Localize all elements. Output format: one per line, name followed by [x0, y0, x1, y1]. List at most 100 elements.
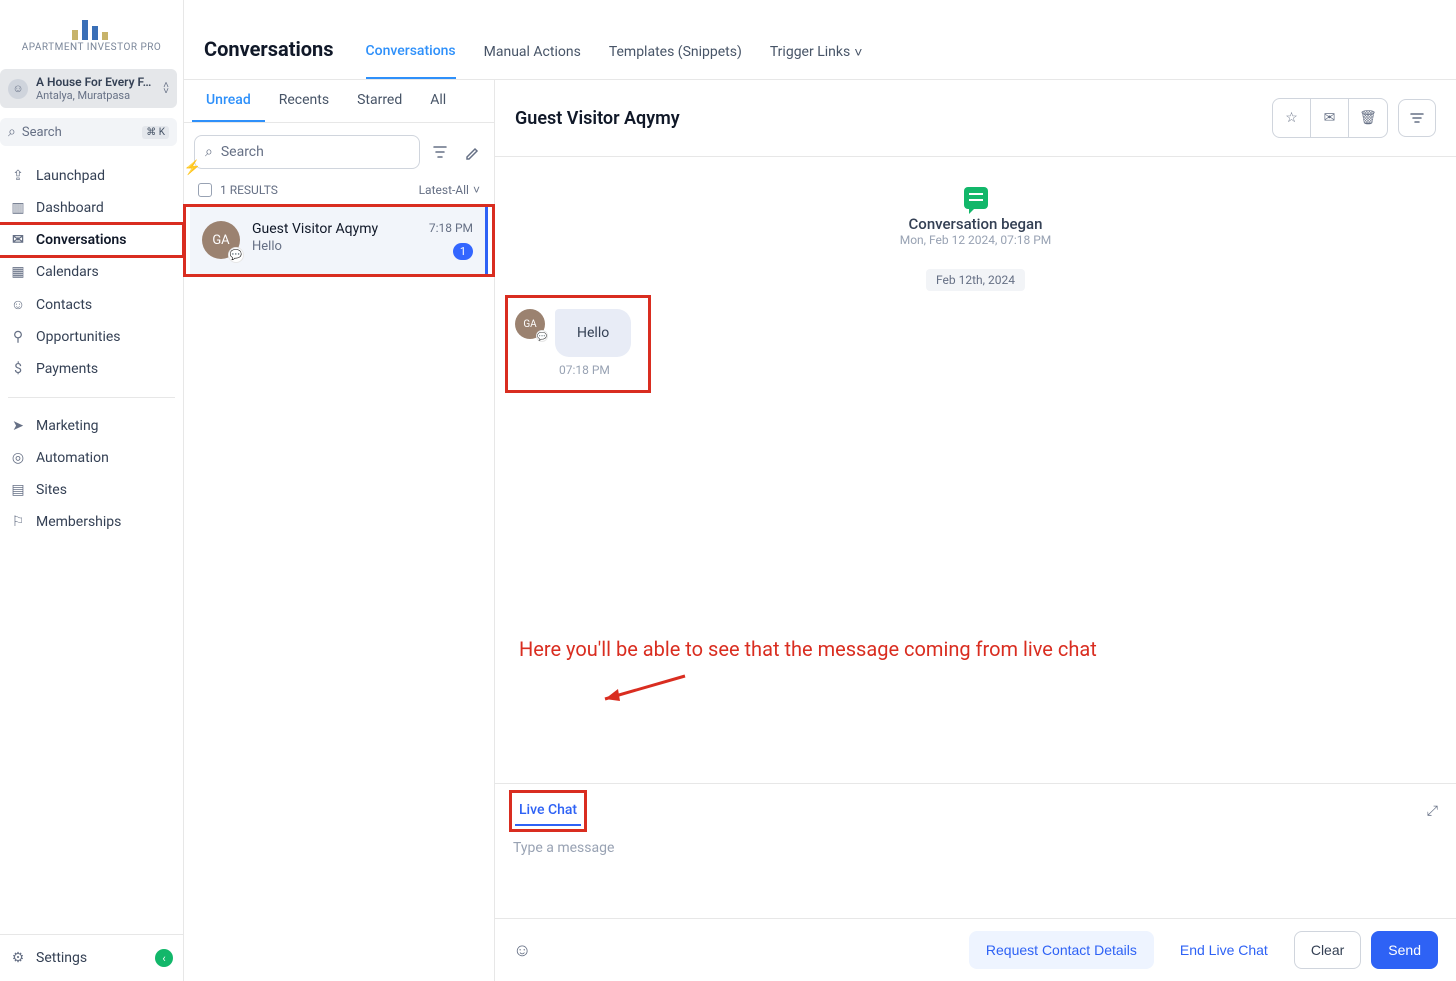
sidebar-item-contacts[interactable]: ☺ Contacts	[0, 288, 183, 321]
message-input[interactable]: Type a message	[495, 828, 1456, 918]
bolt-icon[interactable]: ⚡	[184, 160, 201, 176]
request-contact-button[interactable]: Request Contact Details	[969, 931, 1154, 969]
sidebar-item-launchpad[interactable]: ⇪ Launchpad	[0, 160, 183, 192]
sort-dropdown[interactable]: Latest-All ˅	[419, 183, 480, 197]
sidebar-item-sites[interactable]: ▤ Sites	[0, 474, 183, 506]
sidebar: APARTMENT INVESTOR PRO ☺ A House For Eve…	[0, 0, 184, 981]
chevron-down-icon: ˅	[854, 44, 862, 61]
date-separator: Feb 12th, 2024	[926, 269, 1025, 291]
tab-templates-snippets-[interactable]: Templates (Snippets)	[609, 43, 742, 79]
nav-label: Conversations	[36, 232, 126, 248]
compose-icon[interactable]	[460, 140, 484, 164]
nav-label: Sites	[36, 482, 67, 498]
collapse-composer-icon[interactable]: ⤢	[1427, 803, 1438, 819]
message-bubble: Hello	[555, 309, 631, 357]
star-button[interactable]: ☆	[1273, 99, 1311, 137]
chevron-down-icon: ˅	[473, 183, 480, 197]
conversation-time: 7:18 PM	[429, 221, 473, 235]
clear-button[interactable]: Clear	[1294, 931, 1361, 969]
sidebar-item-opportunities[interactable]: ⚲ Opportunities	[0, 321, 183, 353]
account-switcher[interactable]: ☺ A House For Every F… Antalya, Muratpas…	[0, 69, 177, 108]
marketing-icon: ➤	[10, 418, 26, 434]
annotation-text: Here you'll be able to see that the mess…	[519, 637, 1219, 661]
chevron-updown-icon: ˄˅	[163, 83, 169, 95]
conversation-snippet: Hello	[252, 239, 417, 254]
send-button[interactable]: Send	[1371, 931, 1438, 969]
sites-icon: ▤	[10, 482, 26, 498]
conversation-list-panel: UnreadRecentsStarredAll ⌕ Search 1 RESUL…	[184, 80, 495, 981]
contacts-icon: ☺	[10, 296, 26, 313]
sidebar-item-conversations[interactable]: ✉Conversations	[0, 224, 183, 256]
calendars-icon: ▦	[10, 264, 26, 280]
filter-icon[interactable]	[428, 140, 452, 164]
account-avatar-icon: ☺	[8, 79, 28, 99]
conversation-list-item[interactable]: GA 💬 Guest Visitor Aqymy Hello 7:18 PM 1	[190, 207, 488, 274]
topbar: Conversations Conversations Manual Action…	[184, 0, 1456, 80]
sidebar-item-calendars[interactable]: ▦ Calendars	[0, 256, 183, 288]
nav-label: Automation	[36, 450, 109, 466]
automation-icon: ◎	[10, 450, 26, 466]
nav-label: Dashboard	[36, 200, 104, 216]
nav-label: Contacts	[36, 297, 92, 313]
settings-label: Settings	[36, 950, 87, 966]
payments-icon: $	[10, 361, 26, 377]
tab-manual-actions[interactable]: Manual Actions	[484, 43, 581, 79]
thread-title: Guest Visitor Aqymy	[515, 108, 1272, 129]
brand-logo: APARTMENT INVESTOR PRO	[0, 0, 183, 61]
began-title: Conversation began	[515, 215, 1436, 233]
emoji-picker-icon[interactable]: ☺	[513, 940, 531, 961]
sidebar-item-reputation[interactable]: ☆Reputation	[0, 538, 183, 547]
page-title: Conversations	[204, 37, 334, 79]
sidebar-item-marketing[interactable]: ➤ Marketing	[0, 410, 183, 442]
sidebar-item-payments[interactable]: $ Payments	[0, 353, 183, 385]
list-search-input[interactable]: ⌕ Search	[194, 135, 420, 169]
sidebar-item-dashboard[interactable]: ▥ Dashboard	[0, 192, 183, 224]
began-timestamp: Mon, Feb 12 2024, 07:18 PM	[515, 233, 1436, 247]
tab-conversations[interactable]: Conversations	[366, 43, 456, 79]
annotation-arrow-icon	[590, 671, 690, 711]
memberships-icon: ⚐	[10, 514, 26, 530]
brand-title: APARTMENT INVESTOR PRO	[0, 42, 183, 53]
dashboard-icon: ▥	[10, 200, 26, 216]
launchpad-icon: ⇪	[10, 168, 26, 184]
search-shortcut: ⌘ K	[142, 126, 169, 139]
chat-channel-icon: 💬	[536, 330, 548, 342]
message-row: GA 💬 Hello	[515, 309, 631, 357]
mark-read-button[interactable]: ✉	[1311, 99, 1349, 137]
nav-label: Memberships	[36, 514, 121, 530]
subtab-all[interactable]: All	[416, 80, 460, 122]
nav-label: Payments	[36, 361, 98, 377]
nav-label: Marketing	[36, 418, 99, 434]
sidebar-item-automation[interactable]: ◎ Automation	[0, 442, 183, 474]
chat-began-icon	[964, 187, 988, 209]
collapse-sidebar-button[interactable]: ‹	[155, 949, 173, 967]
gear-icon: ⚙	[10, 950, 26, 966]
subtab-unread[interactable]: Unread	[192, 80, 265, 122]
unread-badge: 1	[453, 243, 473, 260]
account-name: A House For Every F…	[36, 75, 155, 89]
sidebar-item-settings[interactable]: ⚙ Settings ‹	[0, 935, 183, 981]
subtab-starred[interactable]: Starred	[343, 80, 416, 122]
tab-trigger-links[interactable]: Trigger Links ˅	[770, 43, 863, 79]
list-subtabs: UnreadRecentsStarredAll	[184, 80, 494, 123]
thread-panel: Guest Visitor Aqymy ☆ ✉ 🗑 Conversation b…	[495, 80, 1456, 981]
end-livechat-button[interactable]: End Live Chat	[1164, 932, 1284, 968]
chat-channel-icon: 💬	[228, 247, 244, 263]
subtab-recents[interactable]: Recents	[265, 80, 343, 122]
delete-button[interactable]: 🗑	[1349, 99, 1387, 137]
nav-label: Calendars	[36, 264, 99, 280]
account-location: Antalya, Muratpasa	[36, 89, 155, 102]
message-avatar: GA 💬	[515, 309, 545, 339]
nav-label: Opportunities	[36, 329, 121, 345]
sidebar-item-memberships[interactable]: ⚐ Memberships	[0, 506, 183, 538]
global-search[interactable]: ⌕ Search ⌘ K	[0, 118, 177, 146]
nav-label: Launchpad	[36, 168, 105, 184]
composer-tab-livechat[interactable]: Live Chat	[515, 796, 581, 826]
search-icon: ⌕	[205, 144, 213, 160]
select-all-checkbox[interactable]	[198, 183, 212, 197]
thread-filter-button[interactable]	[1398, 99, 1436, 137]
opportunities-icon: ⚲	[10, 329, 26, 345]
message-time: 07:18 PM	[559, 363, 631, 377]
search-icon: ⌕	[8, 124, 16, 140]
conversation-name: Guest Visitor Aqymy	[252, 221, 417, 237]
